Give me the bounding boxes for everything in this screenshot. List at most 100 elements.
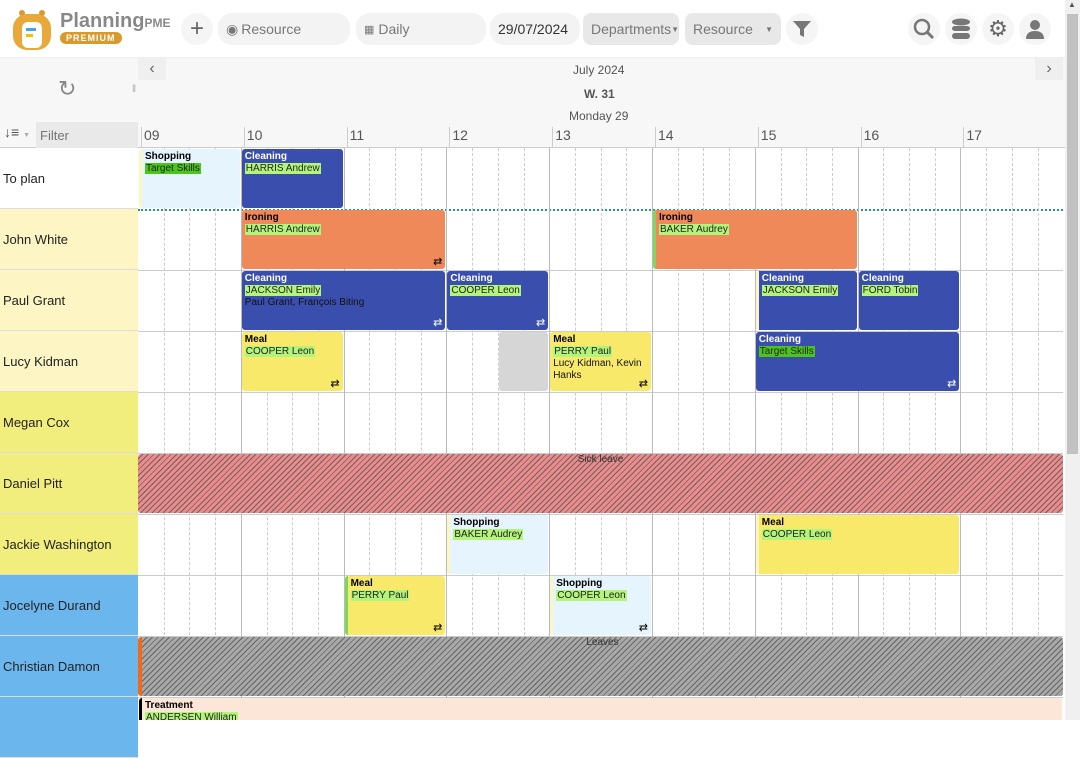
task-event[interactable]: Meal COOPER Leon ⇄: [241, 332, 343, 391]
task-event[interactable]: Shopping Target Skills: [139, 149, 240, 208]
schedule-grid[interactable]: Sick leave Leaves Shopping Target Skills Cle…: [138, 148, 1063, 720]
time-gridline: [215, 148, 217, 720]
toolbar: PlanningPME PREMIUM + ◉ Resource ▦ Daily 2…: [0, 0, 1065, 58]
task-title: Cleaning: [244, 151, 288, 162]
task-event[interactable]: Shopping BAKER Audrey: [447, 515, 549, 574]
time-gridline: [883, 148, 885, 720]
resource-tag: Target Skills: [145, 163, 201, 174]
resource-tag: Target Skills: [758, 346, 815, 357]
absence-label: Sick leave: [577, 454, 624, 465]
hour-label: 14: [655, 127, 674, 148]
resource-row-label[interactable]: Lucy Kidman: [0, 331, 138, 392]
prev-button[interactable]: ‹: [138, 58, 166, 80]
task-event[interactable]: Treatment ANDERSEN William: [139, 698, 1063, 720]
next-button[interactable]: ›: [1035, 58, 1063, 80]
resource-tag: COOPER Leon: [244, 346, 316, 357]
filter-button[interactable]: [786, 13, 818, 45]
task-event[interactable]: Cleaning HARRIS Andrew: [241, 149, 343, 208]
gear-icon: ⚙: [988, 16, 1008, 41]
refresh-button[interactable]: ↻: [58, 76, 76, 102]
date-picker[interactable]: 29/07/2024: [490, 13, 580, 45]
absence-block[interactable]: Sick leave: [138, 454, 1063, 513]
time-gridline: [446, 148, 448, 720]
task-event[interactable]: Meal PERRY Paul Lucy Kidman, Kevin Hanks ⇄: [550, 332, 651, 391]
vertical-scrollbar[interactable]: ▲: [1065, 0, 1080, 720]
absence-block[interactable]: Leaves: [138, 637, 1063, 696]
sort-button[interactable]: ↓≡ ▼: [4, 124, 30, 140]
time-gridline: [523, 148, 525, 720]
task-title: Cleaning: [758, 334, 802, 345]
task-event[interactable]: Ironing BAKER Audrey: [653, 210, 857, 269]
user-button[interactable]: [1019, 13, 1051, 45]
resource-row-label[interactable]: Paul Grant: [0, 270, 138, 331]
period-select[interactable]: ▦ Daily: [356, 13, 486, 45]
time-gridline: [857, 148, 859, 720]
task-title: Cleaning: [244, 273, 288, 284]
departments-select[interactable]: Departments ▼: [583, 13, 679, 45]
add-button[interactable]: +: [181, 13, 213, 45]
hour-label: 09: [141, 127, 160, 148]
hour-label: 11: [346, 127, 364, 148]
task-event[interactable]: Ironing HARRIS Andrew ⇄: [241, 210, 446, 269]
timeline-header: ↻ ‖ ‹ › July 2024 W. 31 Monday 29 ↓≡ ▼ 0…: [0, 58, 1065, 148]
resource-tag: BAKER Audrey: [453, 529, 524, 540]
time-gridline: [934, 148, 936, 720]
repeat-icon: ⇄: [433, 256, 443, 268]
task-event[interactable]: Cleaning Target Skills ⇄: [755, 332, 960, 391]
time-gridline: [497, 148, 499, 720]
time-gridline: [163, 148, 165, 720]
scrollbar-thumb[interactable]: [1067, 14, 1078, 454]
task-title: Cleaning: [450, 273, 493, 284]
resource-filter-select[interactable]: Resource ▼: [685, 13, 781, 45]
planningpme-logo: [13, 10, 51, 50]
settings-button[interactable]: ⚙: [982, 13, 1014, 45]
chevron-down-icon: ▼: [765, 24, 773, 34]
task-event[interactable]: Meal COOPER Leon: [755, 515, 960, 574]
task-event[interactable]: Cleaning JACKSON Emily: [755, 271, 857, 330]
task-event[interactable]: [498, 332, 549, 391]
resource-row-label[interactable]: To plan: [0, 148, 138, 209]
resource-row-label[interactable]: [0, 697, 138, 758]
resource-row-label[interactable]: John White: [0, 209, 138, 270]
day-label: Monday 29: [569, 109, 629, 123]
task-event[interactable]: Cleaning COOPER Leon ⇄: [447, 271, 549, 330]
task-event[interactable]: Meal PERRY Paul ⇄: [344, 576, 446, 635]
week-label: W. 31: [584, 87, 615, 101]
task-event[interactable]: Cleaning FORD Tobin: [858, 271, 960, 330]
resize-handle[interactable]: ‖: [132, 84, 136, 95]
resource-tag: BAKER Audrey: [659, 224, 729, 235]
hour-label: 15: [757, 127, 776, 148]
filter-input[interactable]: [36, 122, 138, 148]
resource-row-label[interactable]: Megan Cox: [0, 392, 138, 453]
database-icon: [952, 18, 970, 39]
time-gridline: [909, 148, 910, 720]
resource-row-label[interactable]: Christian Damon: [0, 636, 138, 697]
resource-view-select[interactable]: ◉ Resource: [218, 13, 350, 45]
search-icon: [913, 18, 935, 40]
search-button[interactable]: [908, 13, 940, 45]
user-icon: [1026, 20, 1044, 39]
resource-row-label[interactable]: Jackie Washington: [0, 514, 138, 575]
repeat-icon: ⇄: [433, 317, 443, 329]
task-title: Meal: [761, 517, 785, 528]
task-title: Shopping: [556, 578, 603, 589]
resource-row-label[interactable]: Daniel Pitt: [0, 453, 138, 514]
resource-tag: PERRY Paul: [350, 590, 410, 601]
task-event[interactable]: Shopping COOPER Leon ⇄: [550, 576, 651, 635]
task-participants: Paul Grant, François Biting: [244, 297, 365, 308]
task-title: Meal: [350, 578, 373, 589]
funnel-icon: [793, 21, 811, 37]
time-gridline: [472, 148, 474, 720]
resource-row-label[interactable]: Jocelyne Durand: [0, 575, 138, 636]
time-gridline: [1037, 148, 1039, 720]
task-title: Meal: [244, 334, 268, 345]
resource-tag: COOPER Leon: [761, 529, 833, 540]
hour-label: 13: [552, 127, 571, 148]
hour-label: 12: [449, 127, 468, 148]
task-title: Shopping: [453, 517, 500, 528]
task-title: Meal: [553, 334, 576, 345]
repeat-icon: ⇄: [947, 378, 957, 390]
task-event[interactable]: Cleaning JACKSON Emily Paul Grant, Françoi…: [241, 271, 446, 330]
database-button[interactable]: [945, 13, 977, 45]
resource-tag: JACKSON Emily: [244, 285, 322, 296]
